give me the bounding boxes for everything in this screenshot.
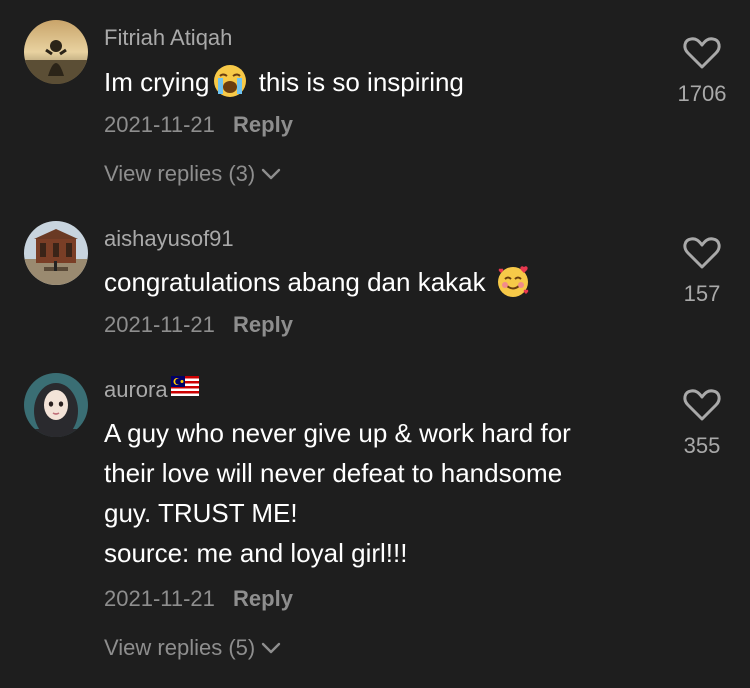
reply-button[interactable]: Reply [233, 112, 293, 137]
view-replies-label: View replies (5) [104, 635, 256, 660]
comment-meta: 2021-11-21 Reply [104, 585, 293, 613]
heart-outline-icon [662, 236, 742, 275]
like-count: 355 [683, 433, 721, 458]
chevron-down-icon [261, 160, 281, 188]
comment-text-part: this is so inspiring [251, 67, 464, 97]
view-replies-button[interactable]: View replies (3) [104, 160, 281, 188]
comment-text-line: their love will never defeat to handsome [104, 458, 563, 488]
comment-date: 2021-11-21 [104, 112, 215, 137]
comment-text-part: Im crying [104, 67, 210, 97]
comment-meta: 2021-11-21 Reply [104, 111, 293, 139]
comment-text-part: congratulations abang dan kakak [104, 267, 486, 297]
comment-text: A guy who never give up & work hard for … [104, 413, 654, 573]
malaysia-flag-emoji [170, 375, 199, 403]
smiling-face-with-hearts-emoji [496, 264, 530, 298]
avatar[interactable] [24, 373, 88, 437]
comment-text: congratulations abang dan kakak [104, 262, 654, 302]
comment-date: 2021-11-21 [104, 312, 215, 337]
comment-text-line: guy. TRUST ME! [104, 498, 298, 528]
like-count: 1706 [677, 81, 727, 106]
comment-text-line: A guy who never give up & work hard for [104, 418, 571, 448]
loudly-crying-face-emoji [213, 64, 247, 98]
comment-text: Im crying this is so inspiring [104, 62, 654, 102]
comments-list: Fitriah Atiqah Im crying this is so insp… [0, 0, 750, 688]
comment-username[interactable]: aurora [104, 376, 199, 404]
comment-date: 2021-11-21 [104, 586, 215, 611]
like-count: 157 [683, 281, 721, 306]
comment-meta: 2021-11-21 Reply [104, 311, 293, 339]
reply-button[interactable]: Reply [233, 312, 293, 337]
view-replies-label: View replies (3) [104, 161, 256, 186]
like-button[interactable]: 157 [662, 236, 742, 307]
comment-username[interactable]: aishayusof91 [104, 225, 234, 253]
heart-outline-icon [662, 388, 742, 427]
username-text: aurora [104, 377, 168, 402]
view-replies-button[interactable]: View replies (5) [104, 634, 281, 662]
chevron-down-icon [261, 634, 281, 662]
comment-username[interactable]: Fitriah Atiqah [104, 24, 232, 52]
avatar[interactable] [24, 221, 88, 285]
like-button[interactable]: 355 [662, 388, 742, 459]
comment-text-line: source: me and loyal girl!!! [104, 538, 408, 568]
avatar[interactable] [24, 20, 88, 84]
heart-outline-icon [662, 36, 742, 75]
like-button[interactable]: 1706 [662, 36, 742, 107]
reply-button[interactable]: Reply [233, 586, 293, 611]
